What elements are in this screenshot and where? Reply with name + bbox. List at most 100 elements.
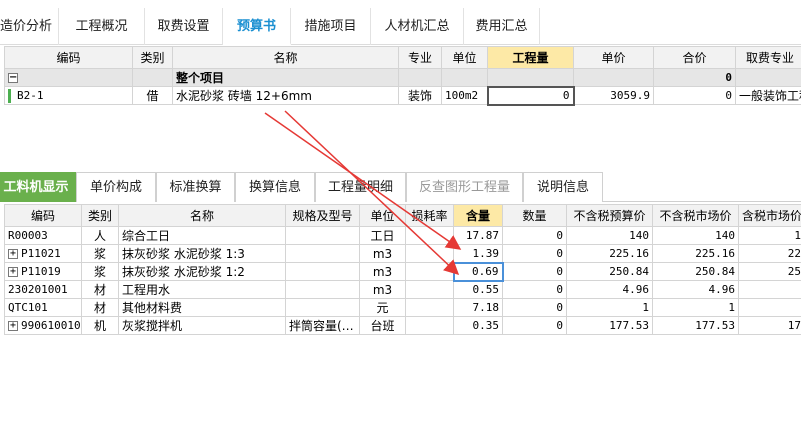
row-code[interactable]: + P11019 [4, 262, 82, 281]
row-unit[interactable]: 元 [359, 298, 406, 317]
row-type[interactable]: 浆 [81, 244, 119, 263]
row-market-price[interactable]: 225.16 [652, 244, 739, 263]
row-quantity[interactable]: 0 [502, 244, 567, 263]
row-quantity[interactable]: 0 [502, 316, 567, 335]
tab-project-overview[interactable]: 工程概况 [59, 8, 145, 45]
row-spec[interactable]: 拌筒容量(… [285, 316, 360, 335]
row-unit[interactable]: 工日 [359, 226, 406, 245]
row-loss-rate[interactable] [405, 262, 454, 281]
tab-cost-summary[interactable]: 费用汇总 [464, 8, 540, 45]
tab-budget-book[interactable]: 预算书 [223, 8, 291, 45]
row-loss-rate[interactable] [405, 226, 454, 245]
col-quantity[interactable]: 工程量 [487, 46, 574, 69]
row-content[interactable]: 0.55 [453, 280, 503, 299]
row-budget-price[interactable]: 1 [566, 298, 653, 317]
row-budget-price[interactable]: 177.53 [566, 316, 653, 335]
row-budget-price[interactable]: 225.16 [566, 244, 653, 263]
row-total[interactable]: 0 [653, 86, 736, 105]
row-market-price[interactable]: 1 [652, 298, 739, 317]
col-content[interactable]: 含量 [453, 204, 503, 227]
col-name[interactable]: 名称 [172, 46, 399, 69]
row-name[interactable]: 工程用水 [118, 280, 286, 299]
row-name[interactable]: 其他材料费 [118, 298, 286, 317]
expand-icon[interactable]: + [8, 321, 18, 331]
row-quantity[interactable]: 0 [502, 280, 567, 299]
row-market-price[interactable]: 140 [652, 226, 739, 245]
row-spec[interactable] [285, 280, 360, 299]
row-tax-market-price[interactable]: 17 [738, 316, 801, 335]
collapse-icon[interactable]: − [8, 73, 18, 83]
tab-unit-price-composition[interactable]: 单价构成 [76, 172, 156, 202]
table-row[interactable]: 230201001 材 工程用水 m3 0.55 0 4.96 4.96 [4, 280, 801, 299]
row-type[interactable]: 人 [81, 226, 119, 245]
row-tax-market-price[interactable]: 25 [738, 262, 801, 281]
row-code[interactable]: 230201001 [4, 280, 82, 299]
group-row[interactable]: − 整个项目 0 [4, 68, 801, 87]
row-tax-market-price[interactable]: 1 [738, 226, 801, 245]
row-loss-rate[interactable] [405, 316, 454, 335]
row-quantity[interactable]: 0 [502, 262, 567, 281]
row-fee-major[interactable]: 一般装饰工程 [735, 86, 801, 105]
tab-standard-conversion[interactable]: 标准换算 [156, 172, 235, 202]
row-code[interactable]: QTC101 [4, 298, 82, 317]
col-fee-major[interactable]: 取费专业 [735, 46, 801, 69]
row-loss-rate[interactable] [405, 280, 454, 299]
row-unit[interactable]: m3 [359, 280, 406, 299]
row-spec[interactable] [285, 262, 360, 281]
row-major[interactable]: 装饰 [398, 86, 442, 105]
col-total[interactable]: 合价 [653, 46, 736, 69]
row-price[interactable]: 3059.9 [573, 86, 654, 105]
col-code[interactable]: 编码 [4, 204, 82, 227]
row-type[interactable]: 材 [81, 298, 119, 317]
row-content[interactable]: 0.69 [452, 261, 504, 282]
col-type[interactable]: 类别 [132, 46, 173, 69]
row-budget-price[interactable]: 4.96 [566, 280, 653, 299]
row-type[interactable]: 机 [81, 316, 119, 335]
row-content[interactable]: 1.39 [453, 244, 503, 263]
row-unit[interactable]: m3 [359, 244, 406, 263]
tab-labor-material-display[interactable]: 工料机显示 [0, 172, 76, 202]
tab-reverse-graphic-quantity[interactable]: 反查图形工程量 [406, 172, 523, 202]
row-name[interactable]: 灰浆搅拌机 [118, 316, 286, 335]
row-code[interactable]: R00003 [4, 226, 82, 245]
row-code[interactable]: + P11021 [4, 244, 82, 263]
row-spec[interactable] [285, 244, 360, 263]
row-unit[interactable]: 100m2 [441, 86, 488, 105]
row-content[interactable]: 17.87 [453, 226, 503, 245]
row-market-price[interactable]: 4.96 [652, 280, 739, 299]
col-name[interactable]: 名称 [118, 204, 286, 227]
expand-icon[interactable]: + [8, 249, 18, 259]
col-budget-price[interactable]: 不含税预算价 [566, 204, 653, 227]
row-quantity[interactable]: 0 [502, 298, 567, 317]
col-market-price[interactable]: 不含税市场价 [652, 204, 739, 227]
col-price[interactable]: 单价 [573, 46, 654, 69]
tab-cost-analysis[interactable]: 造价分析 [0, 8, 59, 45]
col-unit[interactable]: 单位 [441, 46, 488, 69]
tab-measures[interactable]: 措施项目 [291, 8, 371, 45]
table-row[interactable]: QTC101 材 其他材料费 元 7.18 0 1 1 [4, 298, 801, 317]
row-market-price[interactable]: 250.84 [652, 262, 739, 281]
row-content[interactable]: 0.35 [453, 316, 503, 335]
row-market-price[interactable]: 177.53 [652, 316, 739, 335]
row-quantity[interactable]: 0 [502, 226, 567, 245]
col-major[interactable]: 专业 [398, 46, 442, 69]
row-quantity[interactable]: 0 [486, 85, 575, 106]
tab-fee-settings[interactable]: 取费设置 [145, 8, 223, 45]
tab-description[interactable]: 说明信息 [523, 172, 603, 202]
row-code[interactable]: +990610010 [4, 316, 82, 335]
row-name[interactable]: 综合工日 [118, 226, 286, 245]
row-type[interactable]: 浆 [81, 262, 119, 281]
table-row[interactable]: B2-1 借 水泥砂浆 砖墙 12+6mm 装饰 100m2 0 3059.9 … [4, 85, 801, 106]
row-name[interactable]: 水泥砂浆 砖墙 12+6mm [172, 86, 399, 105]
row-loss-rate[interactable] [405, 244, 454, 263]
row-type[interactable]: 材 [81, 280, 119, 299]
row-type[interactable]: 借 [132, 86, 173, 105]
row-tax-market-price[interactable]: 22 [738, 244, 801, 263]
table-row[interactable]: +990610010 机 灰浆搅拌机 拌筒容量(… 台班 0.35 0 177.53 177.5… [4, 316, 801, 335]
row-content[interactable]: 7.18 [453, 298, 503, 317]
col-code[interactable]: 编码 [4, 46, 133, 69]
col-quantity[interactable]: 数量 [502, 204, 567, 227]
row-spec[interactable] [285, 298, 360, 317]
table-row[interactable]: + P11019 浆 抹灰砂浆 水泥砂浆 1:2 m3 0.69 0 250.84 250.84… [4, 261, 801, 282]
row-loss-rate[interactable] [405, 298, 454, 317]
